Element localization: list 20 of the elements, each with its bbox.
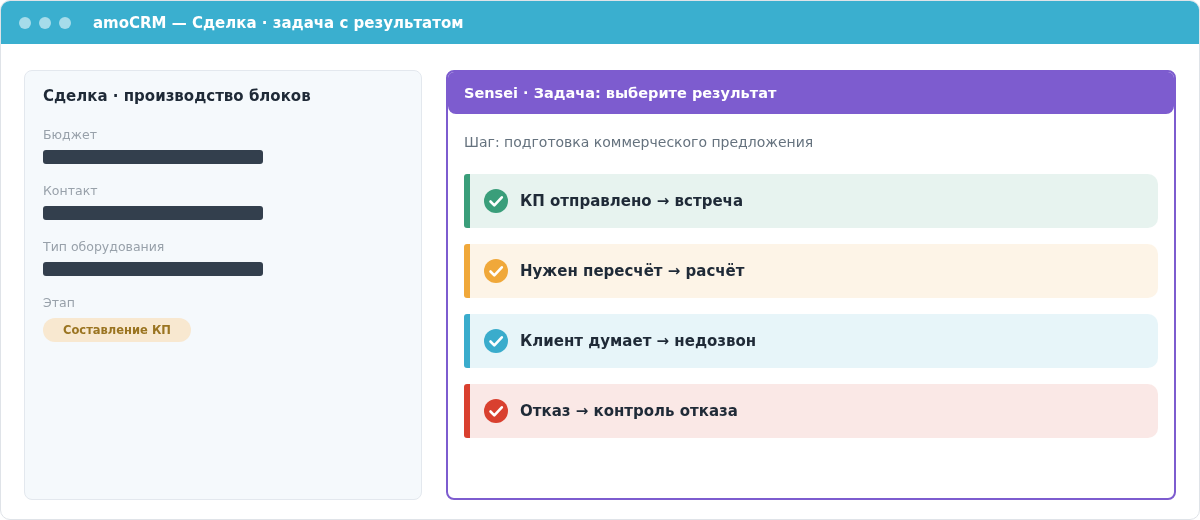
deal-title: Сделка · производство блоков: [43, 87, 312, 105]
field-label: Контакт: [43, 183, 98, 198]
task-header: Sensei · Задача: выберите результат: [448, 72, 1174, 114]
result-option[interactable]: КП отправлено → встреча: [464, 174, 1158, 228]
field-label: Тип оборудования: [43, 239, 165, 254]
window-dot-icon[interactable]: [39, 16, 51, 29]
step-text: Шаг: подготовка коммерческого предложения: [464, 134, 815, 150]
check-icon: [484, 189, 508, 213]
window-title: amoCRM — Сделка · задача с результатом: [93, 13, 464, 32]
result-option[interactable]: Клиент думает → недозвон: [464, 314, 1158, 368]
field-label: Этап: [43, 295, 75, 310]
check-icon: [484, 399, 508, 423]
check-icon: [484, 259, 508, 283]
window-dot-icon[interactable]: [59, 16, 71, 29]
window-dot-icon[interactable]: [19, 16, 31, 29]
result-option[interactable]: Нужен пересчёт → расчёт: [464, 244, 1158, 298]
stage-badge: Составление КП: [43, 318, 191, 342]
check-icon: [484, 329, 508, 353]
result-option[interactable]: Отказ → контроль отказа: [464, 384, 1158, 438]
field-label: Бюджет: [43, 127, 97, 142]
